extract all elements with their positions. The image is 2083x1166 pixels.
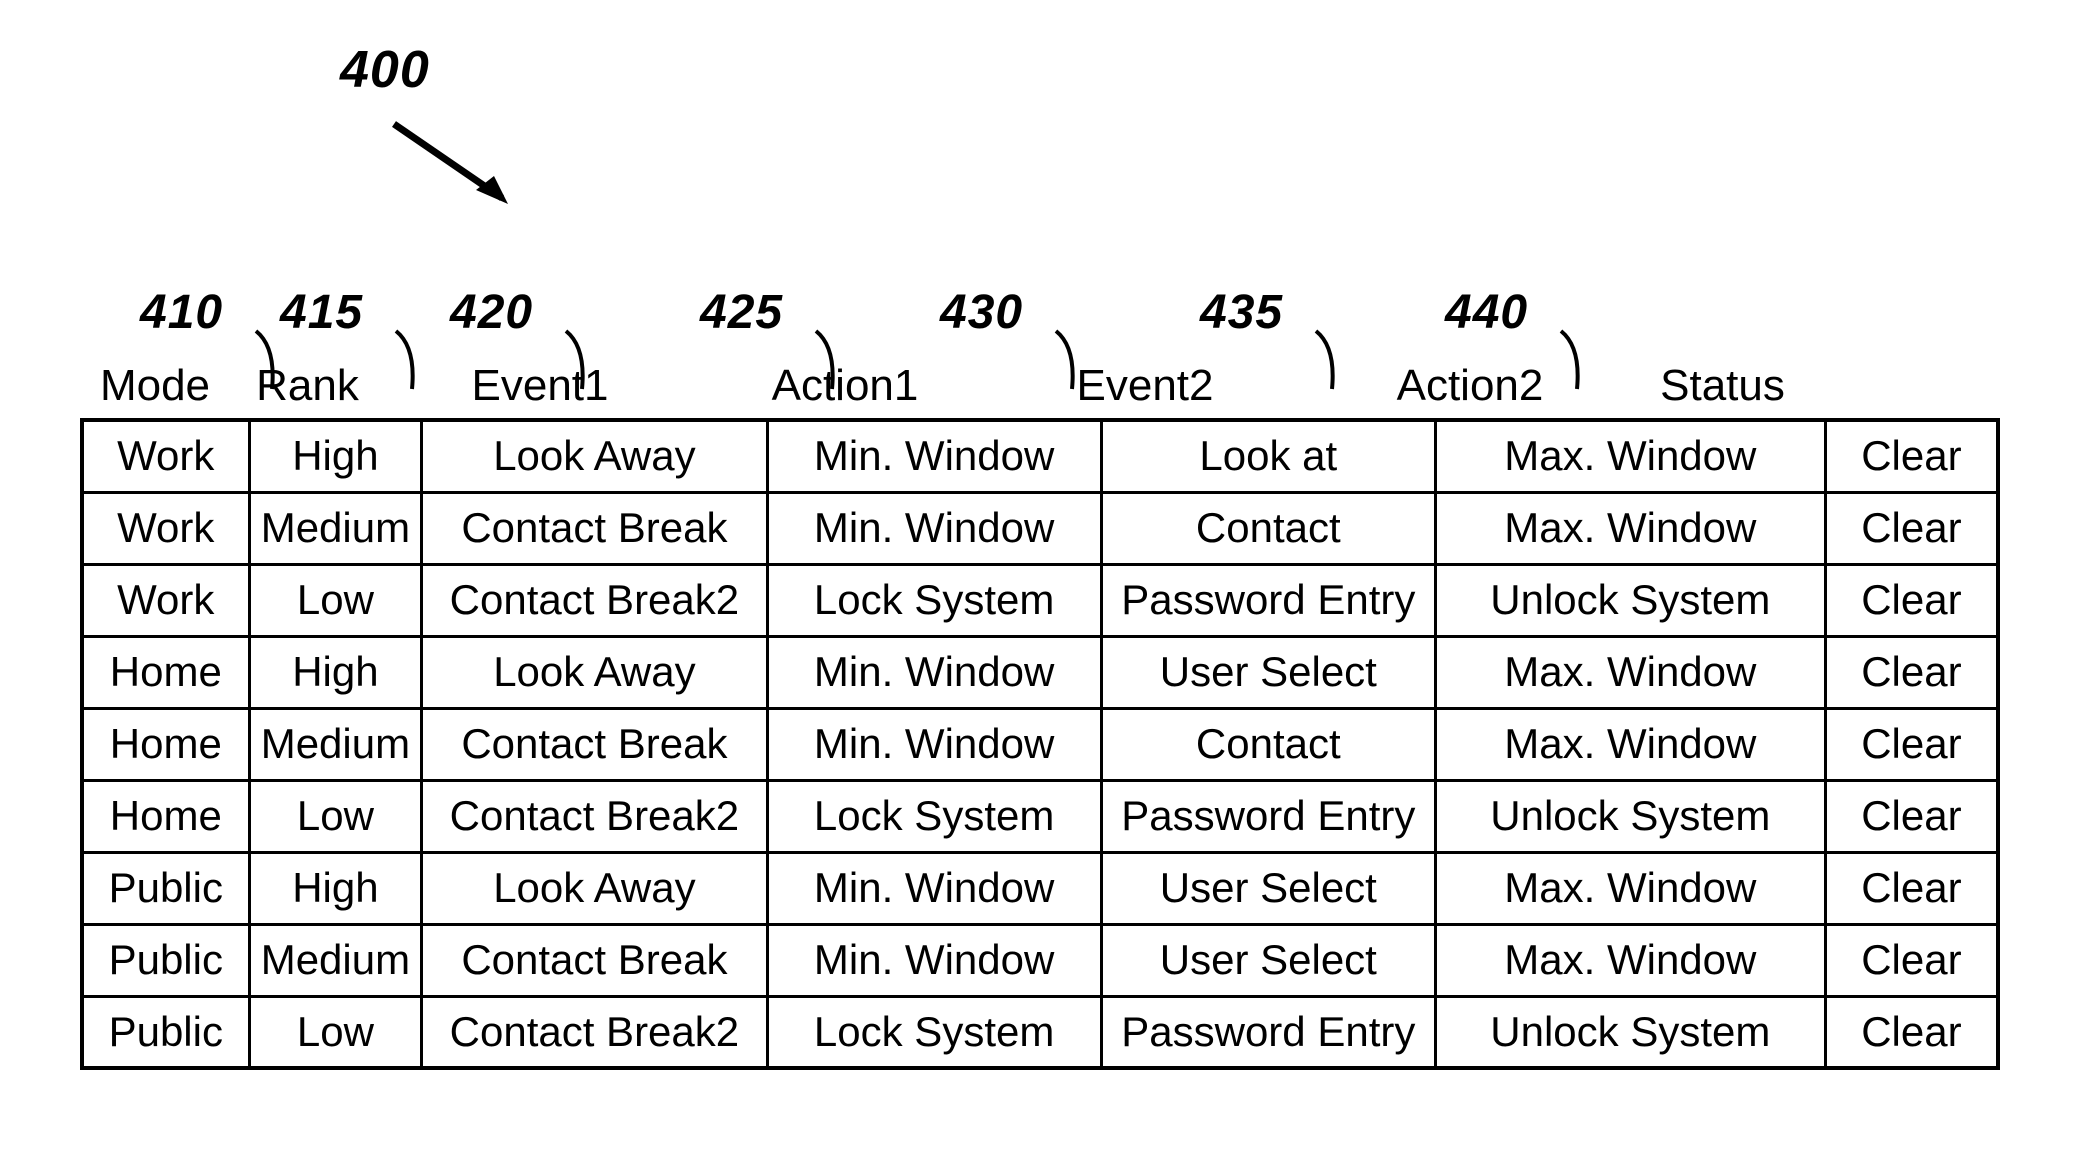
table-row: Work Medium Contact Break Min. Window Contac… — [80, 490, 2000, 566]
table-row: Home High Look Away Min. Window User Select M… — [80, 634, 2000, 710]
table-row: Public Low Contact Break2 Lock System Passwo… — [80, 994, 2000, 1070]
reference-numeral-415: 415 — [280, 286, 364, 339]
cell-action2: Max. Window — [1433, 706, 1827, 782]
cell-action1: Min. Window — [765, 634, 1103, 710]
cell-action2: Max. Window — [1433, 634, 1827, 710]
cell-event1: Look Away — [420, 418, 769, 494]
cell-event2: Contact — [1099, 706, 1437, 782]
cell-mode: Work — [80, 418, 251, 494]
cell-action1: Min. Window — [765, 490, 1103, 566]
cell-action2: Unlock System — [1433, 994, 1827, 1070]
cell-mode: Work — [80, 490, 251, 566]
cell-action1: Min. Window — [765, 706, 1103, 782]
cell-status: Clear — [1823, 634, 2000, 710]
policy-table: Work High Look Away Min. Window Look at Max. … — [80, 418, 2000, 1070]
reference-numeral-440: 440 — [1445, 286, 1529, 339]
figure-number-400: 400 — [340, 41, 430, 99]
cell-status: Clear — [1823, 850, 2000, 926]
cell-mode: Home — [80, 706, 251, 782]
cell-rank: High — [247, 634, 424, 710]
cell-status: Clear — [1823, 778, 2000, 854]
cell-event2: User Select — [1099, 850, 1437, 926]
cell-action1: Lock System — [765, 778, 1103, 854]
cell-status: Clear — [1823, 562, 2000, 638]
column-header-action1: Action1 — [771, 361, 919, 410]
column-header-action2: Action2 — [1396, 361, 1544, 410]
cell-rank: High — [247, 418, 424, 494]
cell-action1: Lock System — [765, 994, 1103, 1070]
column-header-status: Status — [1660, 361, 1785, 410]
cell-status: Clear — [1823, 706, 2000, 782]
cell-event1: Contact Break — [420, 922, 769, 998]
table-body: Work High Look Away Min. Window Look at Max. … — [80, 418, 2000, 1070]
cell-rank: Low — [247, 778, 424, 854]
column-header-rank: Rank — [256, 361, 359, 410]
cell-event2: Password Entry — [1099, 778, 1437, 854]
cell-action1: Min. Window — [765, 850, 1103, 926]
cell-action1: Lock System — [765, 562, 1103, 638]
table-row: Home Low Contact Break2 Lock System Password… — [80, 778, 2000, 854]
cell-action2: Max. Window — [1433, 850, 1827, 926]
cell-status: Clear — [1823, 994, 2000, 1070]
column-header-event1: Event1 — [471, 361, 609, 410]
cell-rank: Medium — [247, 490, 424, 566]
cell-rank: Low — [247, 562, 424, 638]
cell-action2: Max. Window — [1433, 922, 1827, 998]
cell-event1: Look Away — [420, 634, 769, 710]
reference-numeral-435: 435 — [1200, 286, 1284, 339]
column-header-event2: Event2 — [1076, 361, 1214, 410]
cell-event2: Password Entry — [1099, 562, 1437, 638]
cell-mode: Public — [80, 994, 251, 1070]
cell-action2: Max. Window — [1433, 490, 1827, 566]
figure-arrow-icon — [392, 121, 508, 204]
table-row: Work Low Contact Break2 Lock System Password… — [80, 562, 2000, 638]
cell-event1: Contact Break2 — [420, 778, 769, 854]
cell-rank: Medium — [247, 922, 424, 998]
cell-mode: Home — [80, 634, 251, 710]
table-row: Public Medium Contact Break Min. Window User… — [80, 922, 2000, 998]
reference-numeral-410: 410 — [140, 286, 224, 339]
cell-event1: Contact Break2 — [420, 562, 769, 638]
cell-event2: Contact — [1099, 490, 1437, 566]
cell-status: Clear — [1823, 418, 2000, 494]
cell-mode: Public — [80, 922, 251, 998]
reference-numeral-420: 420 — [450, 286, 534, 339]
table-header-row: Mode Rank Event1 Action1 Event2 Action2 Status — [80, 348, 2000, 410]
cell-mode: Home — [80, 778, 251, 854]
cell-status: Clear — [1823, 490, 2000, 566]
table-row: Public High Look Away Min. Window User Selec… — [80, 850, 2000, 926]
cell-event1: Look Away — [420, 850, 769, 926]
cell-rank: Medium — [247, 706, 424, 782]
cell-mode: Public — [80, 850, 251, 926]
cell-event1: Contact Break — [420, 706, 769, 782]
reference-numeral-row: 410 415 420 425 430 435 440 — [0, 285, 2083, 390]
reference-numeral-425: 425 — [700, 286, 784, 339]
cell-event2: Look at — [1099, 418, 1437, 494]
cell-rank: Low — [247, 994, 424, 1070]
cell-event1: Contact Break2 — [420, 994, 769, 1070]
cell-action2: Unlock System — [1433, 778, 1827, 854]
cell-rank: High — [247, 850, 424, 926]
table-row: Home Medium Contact Break Min. Window Contac… — [80, 706, 2000, 782]
table-row: Work High Look Away Min. Window Look at Max. … — [80, 418, 2000, 494]
cell-event1: Contact Break — [420, 490, 769, 566]
cell-mode: Work — [80, 562, 251, 638]
column-header-mode: Mode — [99, 361, 211, 410]
cell-event2: Password Entry — [1099, 994, 1437, 1070]
cell-event2: User Select — [1099, 922, 1437, 998]
cell-status: Clear — [1823, 922, 2000, 998]
reference-numeral-430: 430 — [940, 286, 1024, 339]
cell-action1: Min. Window — [765, 922, 1103, 998]
cell-action2: Max. Window — [1433, 418, 1827, 494]
cell-action1: Min. Window — [765, 418, 1103, 494]
cell-action2: Unlock System — [1433, 562, 1827, 638]
cell-event2: User Select — [1099, 634, 1437, 710]
